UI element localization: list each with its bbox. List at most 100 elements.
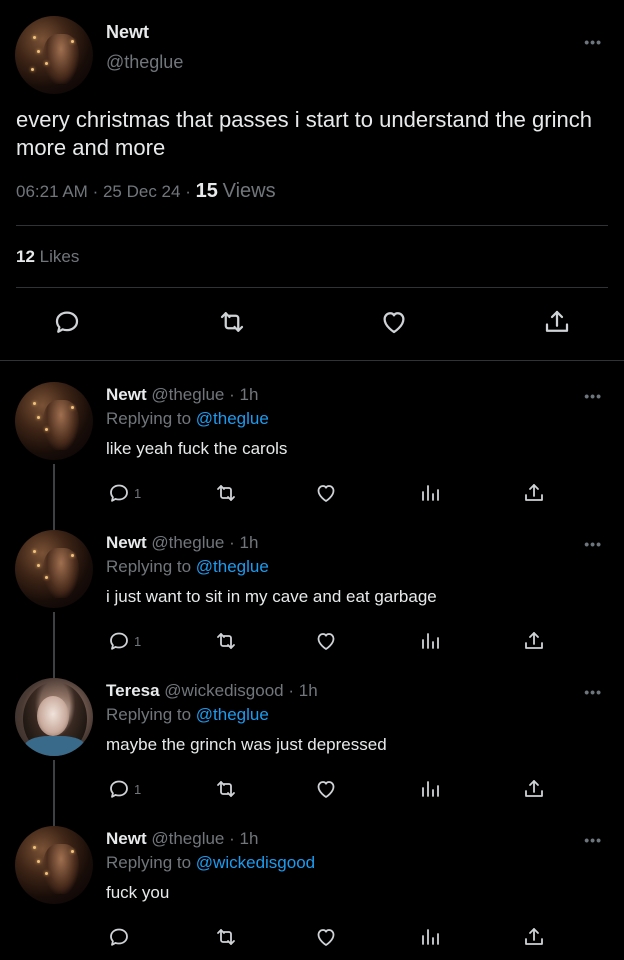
like-icon — [317, 781, 335, 798]
share-button[interactable] — [522, 924, 546, 950]
reply-button[interactable] — [107, 924, 131, 950]
avatar[interactable] — [15, 678, 93, 756]
retweet-icon — [220, 312, 244, 332]
reply-icon — [110, 632, 128, 650]
reply-actions: 1 — [0, 628, 624, 654]
reply-header: Teresa @wickedisgood · 1h — [106, 681, 318, 701]
mention-link[interactable]: @theglue — [196, 557, 269, 576]
replying-to: Replying to @theglue — [106, 409, 269, 429]
like-icon — [317, 633, 335, 650]
retweet-button[interactable] — [214, 480, 238, 506]
reply-icon — [110, 928, 128, 946]
avatar[interactable] — [15, 530, 93, 608]
like-button[interactable] — [314, 628, 338, 654]
replying-to: Replying to @theglue — [106, 705, 269, 725]
reply-icon — [55, 311, 79, 333]
divider — [0, 360, 624, 361]
tweet-meta: 06:21 AM · 25 Dec 24 · 15 Views — [16, 180, 276, 203]
retweet-icon — [217, 633, 235, 649]
more-icon[interactable]: ••• — [584, 536, 602, 552]
views-count: 15 — [195, 180, 218, 202]
more-icon[interactable]: ••• — [584, 832, 602, 848]
author-handle[interactable]: @theglue — [106, 52, 183, 73]
reply-text: like yeah fuck the carols — [106, 439, 288, 458]
tweet-date[interactable]: 25 Dec 24 — [103, 182, 181, 201]
reply-header: Newt @theglue · 1h — [106, 829, 258, 849]
share-button[interactable] — [522, 628, 546, 654]
likes-count: 12 — [16, 247, 35, 266]
mention-link[interactable]: @theglue — [196, 409, 269, 428]
mention-link[interactable]: @wickedisgood — [196, 853, 315, 872]
reply-tweet[interactable]: Newt @theglue · 1h ••• Replying to @theg… — [0, 530, 624, 678]
author-handle[interactable]: @theglue — [151, 829, 224, 848]
author-handle[interactable]: @theglue — [151, 533, 224, 552]
share-button[interactable] — [522, 480, 546, 506]
replying-prefix: Replying to — [106, 853, 192, 872]
likes-summary[interactable]: 12 Likes — [16, 247, 79, 267]
mention-link[interactable]: @theglue — [196, 705, 269, 724]
retweet-button[interactable] — [214, 924, 238, 950]
author-name[interactable]: Teresa — [106, 681, 160, 700]
like-button[interactable] — [378, 306, 410, 338]
share-icon — [525, 780, 543, 797]
share-icon — [525, 928, 543, 945]
tweet-time[interactable]: 06:21 AM — [16, 182, 88, 201]
retweet-button[interactable] — [216, 306, 248, 338]
reply-tweet[interactable]: Newt @theglue · 1h ••• Replying to @wick… — [0, 826, 624, 960]
reply-text: fuck you — [106, 883, 170, 902]
author-name[interactable]: Newt — [106, 533, 147, 552]
avatar[interactable] — [15, 382, 93, 460]
share-button[interactable] — [522, 776, 546, 802]
author-name[interactable]: Newt — [106, 22, 149, 43]
avatar[interactable] — [15, 826, 93, 904]
views-button[interactable] — [418, 628, 442, 654]
replying-prefix: Replying to — [106, 705, 192, 724]
views-icon — [422, 633, 439, 649]
reply-actions — [0, 924, 624, 950]
views-button[interactable] — [418, 776, 442, 802]
views-icon — [422, 781, 439, 797]
retweet-icon — [217, 485, 235, 501]
author-name[interactable]: Newt — [106, 385, 147, 404]
reply-text: maybe the grinch was just depressed — [106, 735, 387, 754]
share-icon — [525, 484, 543, 501]
author-handle[interactable]: @theglue — [151, 385, 224, 404]
replying-to: Replying to @wickedisgood — [106, 853, 315, 873]
like-icon — [317, 929, 335, 946]
share-icon — [545, 310, 569, 332]
views-button[interactable] — [418, 924, 442, 950]
like-icon — [317, 485, 335, 502]
reply-button[interactable]: 1 — [107, 480, 141, 506]
retweet-button[interactable] — [214, 628, 238, 654]
reply-tweet[interactable]: Teresa @wickedisgood · 1h ••• Replying t… — [0, 678, 624, 826]
more-icon[interactable]: ••• — [584, 684, 602, 700]
reply-count: 1 — [134, 485, 142, 501]
reply-time: · 1h — [229, 829, 259, 848]
retweet-button[interactable] — [214, 776, 238, 802]
reply-tweet[interactable]: Newt @theglue · 1h ••• Replying to @theg… — [0, 382, 624, 530]
avatar[interactable] — [15, 16, 93, 94]
like-icon — [383, 312, 405, 334]
reply-time: · 1h — [229, 385, 259, 404]
reply-actions: 1 — [0, 480, 624, 506]
author-handle[interactable]: @wickedisgood — [164, 681, 283, 700]
reply-text: i just want to sit in my cave and eat ga… — [106, 587, 437, 606]
reply-button[interactable] — [51, 306, 83, 338]
reply-count: 1 — [134, 781, 142, 797]
author-name[interactable]: Newt — [106, 829, 147, 848]
reply-actions: 1 — [0, 776, 624, 802]
like-button[interactable] — [314, 776, 338, 802]
reply-button[interactable]: 1 — [107, 776, 141, 802]
share-icon — [525, 632, 543, 649]
reply-icon — [110, 484, 128, 502]
reply-button[interactable]: 1 — [107, 628, 141, 654]
like-button[interactable] — [314, 924, 338, 950]
more-icon[interactable]: ••• — [584, 388, 602, 404]
meta-separator: · — [185, 182, 191, 201]
like-button[interactable] — [314, 480, 338, 506]
more-icon[interactable]: ••• — [584, 34, 602, 50]
share-button[interactable] — [541, 306, 573, 338]
reply-header: Newt @theglue · 1h — [106, 385, 258, 405]
meta-separator: · — [92, 182, 99, 201]
views-button[interactable] — [418, 480, 442, 506]
